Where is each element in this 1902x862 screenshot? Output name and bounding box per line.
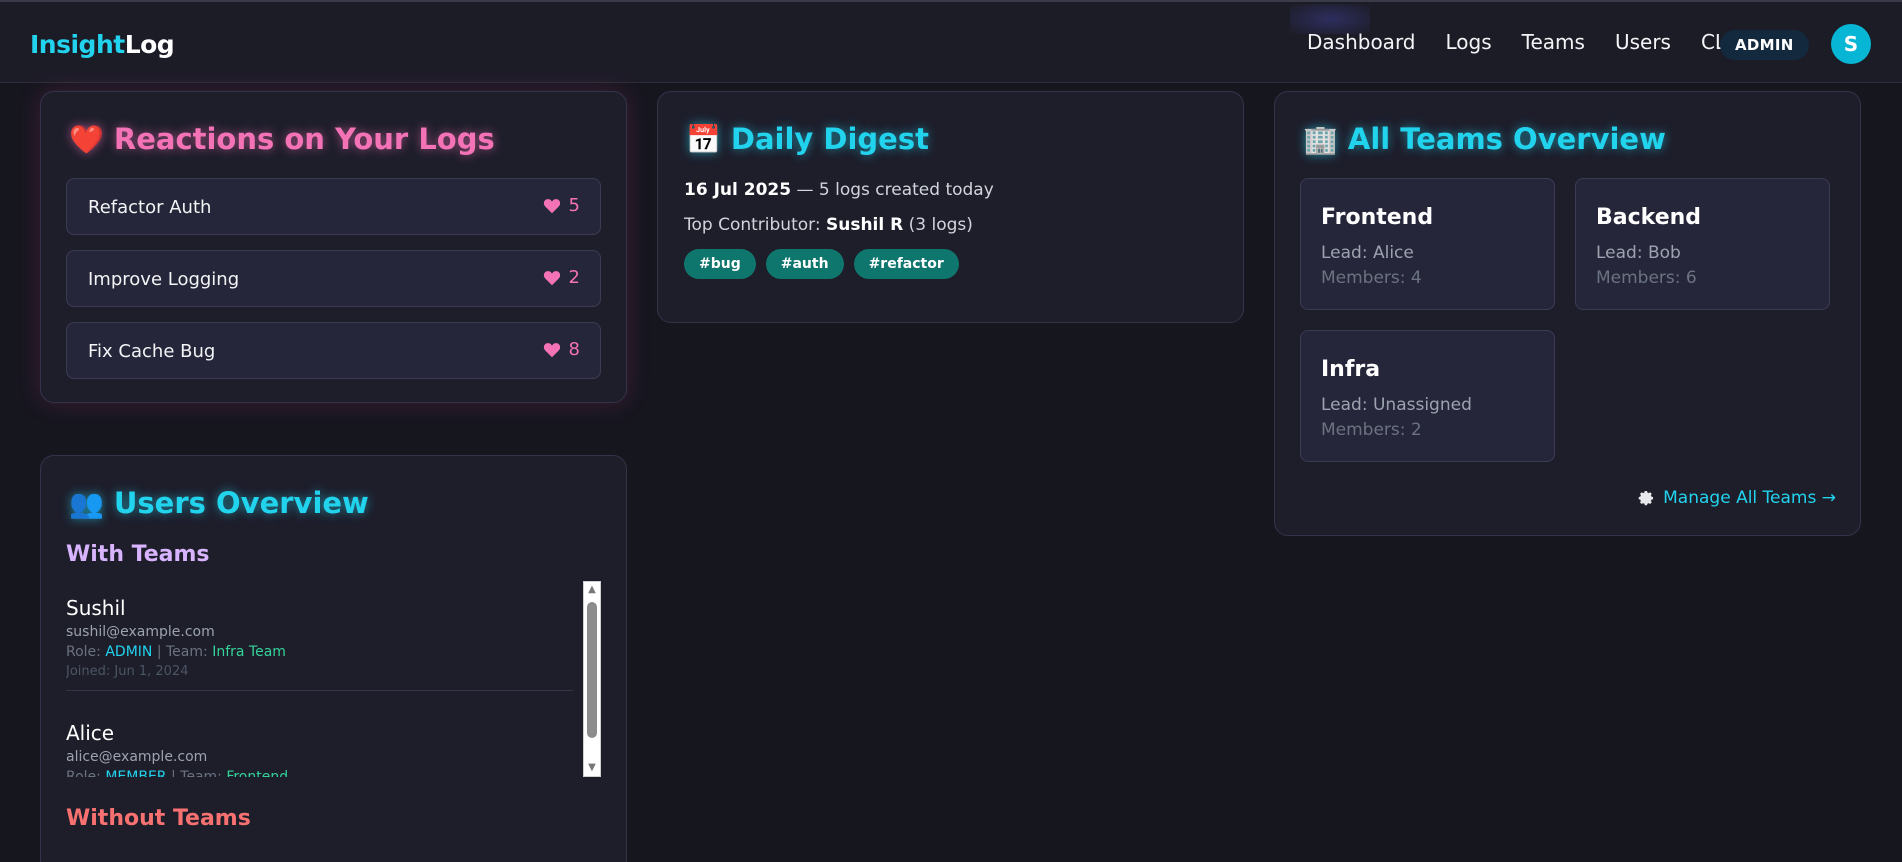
users-list-scrollbar[interactable]: ▲ ▼ [583, 581, 601, 777]
user-email: sushil@example.com [66, 624, 215, 640]
avatar[interactable]: S [1831, 24, 1871, 64]
reaction-count: 2 [543, 267, 580, 288]
users-card: 👥 Users Overview With Teams Sushil sushi… [40, 455, 627, 862]
team-name: Frontend [1321, 205, 1434, 230]
building-icon: 🏢 [1303, 122, 1338, 156]
team-members: Members: 4 [1321, 268, 1422, 288]
without-teams-heading: Without Teams [66, 806, 251, 831]
brand-logo[interactable]: InsightLog [30, 30, 175, 59]
heart-icon [543, 270, 560, 285]
nav-link-dashboard[interactable]: Dashboard [1307, 30, 1416, 54]
user-meta: Role: MEMBER | Team: Frontend [66, 769, 573, 777]
users-emoji-icon: 👥 [69, 486, 104, 520]
users-title-text: Users Overview [113, 486, 369, 520]
reaction-log-title: Fix Cache Bug [88, 341, 216, 362]
scroll-thumb[interactable] [587, 602, 597, 738]
tag-bug[interactable]: #bug [684, 249, 756, 279]
user-name: Alice [66, 721, 115, 745]
manage-all-teams-text: Manage All Teams → [1663, 488, 1836, 508]
digest-summary-text: — 5 logs created today [796, 180, 994, 200]
digest-title: 📅 Daily Digest [686, 122, 929, 156]
team-members: Members: 6 [1596, 268, 1697, 288]
scroll-up-arrow-icon[interactable]: ▲ [586, 584, 598, 596]
joined-prefix: Joined: [66, 664, 111, 679]
contributor-name: Sushil R [825, 215, 904, 235]
user-role: MEMBER [105, 769, 167, 777]
reaction-count: 5 [543, 195, 580, 216]
gear-icon [1638, 490, 1654, 506]
with-teams-heading: With Teams [66, 542, 210, 567]
user-team: Infra Team [212, 644, 286, 660]
digest-date: 16 Jul 2025 [684, 180, 792, 200]
team-prefix: | Team: [170, 769, 222, 777]
brand-part-insight: Insight [30, 30, 125, 59]
reaction-item[interactable]: Improve Logging 2 [66, 250, 601, 307]
user-name: Sushil [66, 596, 126, 620]
team-card-frontend[interactable]: Frontend Lead: Alice Members: 4 [1300, 178, 1555, 310]
team-members: Members: 2 [1321, 420, 1422, 440]
user-email: alice@example.com [66, 749, 208, 765]
navbar: InsightLog Dashboard Logs Teams Users CL… [0, 0, 1902, 83]
contributor-count: (3 logs) [908, 215, 973, 235]
heart-icon [543, 198, 560, 213]
reaction-log-title: Refactor Auth [88, 197, 212, 218]
user-meta: Role: ADMIN | Team: Infra Team [66, 644, 573, 660]
team-card-backend[interactable]: Backend Lead: Bob Members: 6 [1575, 178, 1830, 310]
reaction-count: 8 [543, 339, 580, 360]
top-contributor: Top Contributor: Sushil R (3 logs) [684, 215, 973, 235]
teams-title: 🏢 All Teams Overview [1303, 122, 1666, 156]
tag-refactor[interactable]: #refactor [853, 249, 959, 279]
digest-tags: #bug #auth #refactor [684, 249, 959, 279]
contributor-label: Top Contributor: [684, 215, 821, 235]
users-title: 👥 Users Overview [69, 486, 369, 520]
team-prefix: | Team: [156, 644, 208, 660]
team-card-infra[interactable]: Infra Lead: Unassigned Members: 2 [1300, 330, 1555, 462]
team-name: Infra [1321, 357, 1381, 382]
nav-link-teams[interactable]: Teams [1522, 30, 1585, 54]
manage-all-teams-link[interactable]: Manage All Teams → [1637, 488, 1836, 508]
calendar-icon: 📅 [686, 122, 721, 156]
reactions-title: ❤️ Reactions on Your Logs [69, 122, 495, 156]
role-badge: ADMIN [1720, 30, 1809, 60]
nav-link-logs[interactable]: Logs [1446, 30, 1492, 54]
user-entry: Alice alice@example.com Role: MEMBER | T… [66, 721, 573, 777]
heart-icon [543, 342, 560, 357]
digest-title-text: Daily Digest [730, 122, 929, 156]
team-lead: Lead: Bob [1596, 243, 1681, 263]
tag-auth[interactable]: #auth [765, 249, 844, 279]
team-lead: Lead: Alice [1321, 243, 1414, 263]
user-joined-date: Jun 1, 2024 [114, 664, 189, 679]
team-lead: Lead: Unassigned [1321, 395, 1472, 415]
reaction-count-value: 5 [568, 195, 580, 216]
role-prefix: Role: [66, 644, 101, 660]
nav-links: Dashboard Logs Teams Users CLI [1307, 30, 1762, 54]
nav-link-users[interactable]: Users [1615, 30, 1671, 54]
scroll-down-arrow-icon[interactable]: ▼ [586, 762, 598, 774]
daily-digest-card: 📅 Daily Digest 16 Jul 2025 — 5 logs crea… [657, 91, 1244, 323]
heart-emoji-icon: ❤️ [69, 122, 104, 156]
teams-title-text: All Teams Overview [1347, 122, 1666, 156]
user-divider [66, 690, 573, 691]
brand-part-log: Log [124, 30, 175, 59]
team-name: Backend [1596, 205, 1702, 230]
users-with-teams-list[interactable]: Sushil sushil@example.com Role: ADMIN | … [66, 581, 601, 777]
reaction-item[interactable]: Refactor Auth 5 [66, 178, 601, 235]
role-prefix: Role: [66, 769, 101, 777]
reactions-card: ❤️ Reactions on Your Logs Refactor Auth … [40, 91, 627, 403]
reaction-count-value: 2 [568, 267, 580, 288]
user-joined: Joined: Jun 1, 2024 [66, 664, 573, 679]
reaction-item[interactable]: Fix Cache Bug 8 [66, 322, 601, 379]
teams-overview-card: 🏢 All Teams Overview Frontend Lead: Alic… [1274, 91, 1861, 536]
digest-summary: 16 Jul 2025 — 5 logs created today [684, 180, 994, 200]
user-team: Frontend [226, 769, 289, 777]
reactions-title-text: Reactions on Your Logs [113, 122, 495, 156]
user-entry: Sushil sushil@example.com Role: ADMIN | … [66, 596, 573, 679]
user-role: ADMIN [105, 644, 153, 660]
reaction-log-title: Improve Logging [88, 269, 240, 290]
reaction-count-value: 8 [568, 339, 580, 360]
